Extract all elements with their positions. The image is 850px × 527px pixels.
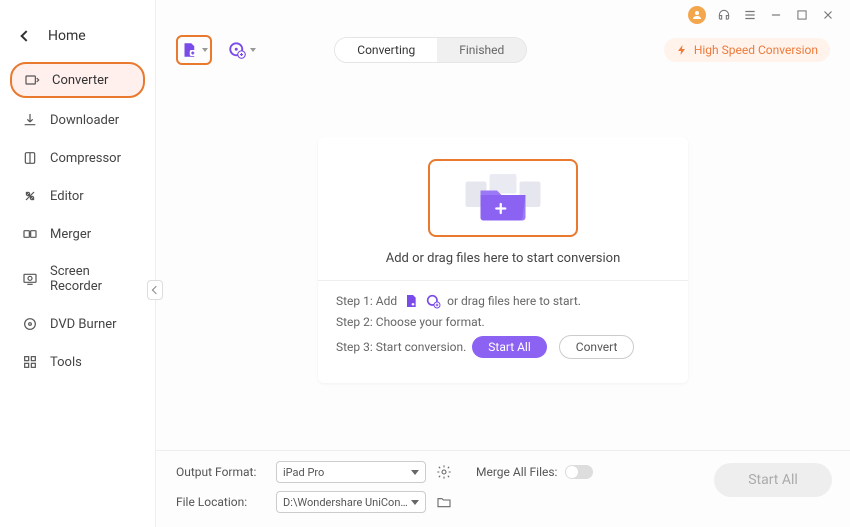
file-location-select[interactable]: D:\Wondershare UniConverter 1 (276, 491, 426, 513)
support-icon[interactable] (716, 7, 732, 23)
back-chevron-icon (20, 30, 31, 41)
sidebar: Home Converter Downloader Compressor Edi… (0, 0, 156, 527)
toolbar: Converting Finished High Speed Conversio… (156, 30, 850, 70)
editor-icon (22, 188, 38, 204)
rip-dvd-button[interactable] (224, 35, 260, 65)
file-location-value: D:\Wondershare UniConverter 1 (283, 496, 411, 509)
nav-dvd-burner[interactable]: DVD Burner (10, 308, 145, 340)
caret-down-icon (202, 48, 208, 52)
step3-prefix: Step 3: Start conversion. (336, 340, 466, 354)
drop-text: Add or drag files here to start conversi… (318, 251, 688, 266)
close-button[interactable] (820, 7, 836, 23)
output-format-label: Output Format: (176, 465, 266, 479)
nav-label: Tools (50, 355, 82, 370)
high-speed-label: High Speed Conversion (694, 43, 818, 57)
output-format-select[interactable]: iPad Pro (276, 461, 426, 483)
drop-card: Add or drag files here to start conversi… (318, 137, 688, 383)
nav-compressor[interactable]: Compressor (10, 142, 145, 174)
content: Add or drag files here to start conversi… (156, 70, 850, 450)
nav-label: Downloader (50, 113, 119, 128)
tools-icon (22, 354, 38, 370)
merger-icon (22, 226, 38, 242)
nav-label: Editor (50, 189, 84, 204)
home-label: Home (48, 28, 86, 44)
start-all-button[interactable]: Start All (714, 463, 832, 497)
output-format-value: iPad Pro (283, 466, 324, 479)
caret-down-icon (411, 500, 419, 505)
menu-icon[interactable] (742, 7, 758, 23)
merge-toggle[interactable] (565, 465, 593, 479)
screen-recorder-icon (22, 271, 38, 287)
compressor-icon (22, 150, 38, 166)
titlebar (156, 0, 850, 30)
downloader-icon (22, 112, 38, 128)
merge-label: Merge All Files: (476, 465, 557, 479)
dvd-burner-icon (22, 316, 38, 332)
nav-editor[interactable]: Editor (10, 180, 145, 212)
file-location-label: File Location: (176, 495, 266, 509)
user-avatar-icon[interactable] (688, 6, 706, 24)
convert-pill[interactable]: Convert (559, 335, 635, 359)
step1-suffix: or drag files here to start. (447, 294, 581, 308)
add-files-button[interactable] (176, 35, 212, 65)
converter-icon (24, 72, 40, 88)
nav-label: DVD Burner (50, 317, 117, 332)
nav-downloader[interactable]: Downloader (10, 104, 145, 136)
caret-down-icon (250, 48, 256, 52)
drop-zone[interactable]: Add or drag files here to start conversi… (318, 137, 688, 280)
footer: Output Format: iPad Pro Merge All Files:… (156, 450, 850, 527)
caret-down-icon (411, 470, 419, 475)
nav-screen-recorder[interactable]: Screen Recorder (10, 256, 145, 302)
nav-list: Converter Downloader Compressor Editor M… (0, 62, 155, 378)
nav-tools[interactable]: Tools (10, 346, 145, 378)
step1-prefix: Step 1: Add (336, 294, 397, 308)
folder-highlight (428, 159, 578, 237)
nav-label: Merger (50, 227, 91, 242)
nav-label: Screen Recorder (50, 264, 133, 294)
collapse-sidebar-button[interactable] (147, 280, 163, 300)
step-3: Step 3: Start conversion. Start All Conv… (336, 335, 670, 359)
merge-all-group: Merge All Files: (476, 465, 593, 479)
open-folder-icon[interactable] (436, 494, 452, 510)
bolt-icon (676, 43, 688, 57)
nav-label: Converter (52, 73, 108, 88)
status-tabs: Converting Finished (334, 37, 527, 63)
high-speed-badge[interactable]: High Speed Conversion (664, 38, 830, 62)
maximize-button[interactable] (794, 7, 810, 23)
settings-icon[interactable] (436, 464, 452, 480)
folder-plus-icon (458, 168, 548, 228)
add-file-mini-icon (403, 293, 419, 309)
start-all-pill[interactable]: Start All (472, 336, 547, 358)
tab-converting[interactable]: Converting (335, 38, 437, 62)
steps-panel: Step 1: Add or drag files here to start.… (318, 280, 688, 383)
rip-dvd-mini-icon (425, 293, 441, 309)
main-area: Converting Finished High Speed Conversio… (156, 0, 850, 527)
nav-converter[interactable]: Converter (10, 62, 145, 98)
minimize-button[interactable] (768, 7, 784, 23)
back-home[interactable]: Home (0, 28, 155, 62)
step-2: Step 2: Choose your format. (336, 315, 670, 329)
tab-finished[interactable]: Finished (437, 38, 526, 62)
nav-merger[interactable]: Merger (10, 218, 145, 250)
nav-label: Compressor (50, 151, 121, 166)
step-1: Step 1: Add or drag files here to start. (336, 293, 670, 309)
